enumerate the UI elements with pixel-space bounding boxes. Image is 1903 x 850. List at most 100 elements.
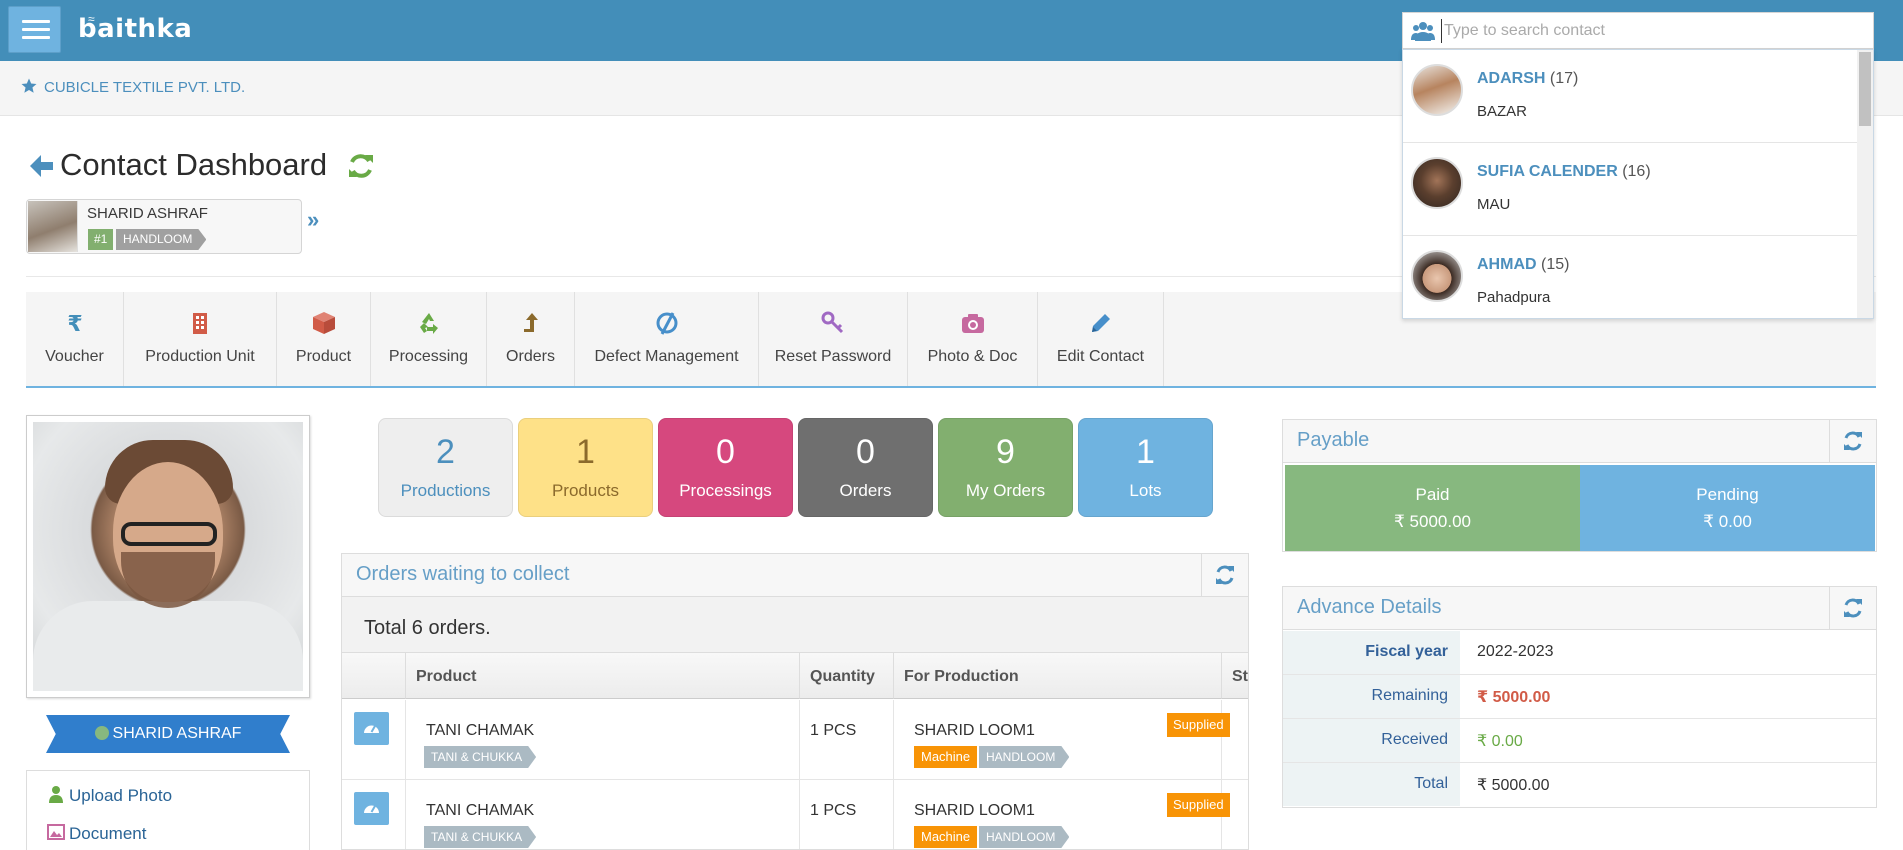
- cube-icon: [312, 312, 335, 334]
- pending-cell: Pending ₹ 0.00: [1580, 465, 1875, 551]
- orders-waiting-widget: Orders waiting to collect Total 6 orders…: [341, 553, 1249, 850]
- avatar: [1411, 64, 1463, 116]
- pending-value: ₹ 0.00: [1703, 512, 1752, 531]
- dashboard-button[interactable]: [354, 792, 389, 825]
- stat-products[interactable]: 1 Products: [518, 418, 653, 517]
- upload-photo-link[interactable]: Upload Photo: [47, 785, 172, 806]
- breadcrumb-company-link[interactable]: CUBICLE TEXTILE PVT. LTD.: [44, 79, 245, 96]
- table-row: TANI CHAMAK TANI & CHUKKA 1 PCS SHARID L…: [342, 700, 1248, 780]
- users-icon: [1411, 22, 1435, 41]
- paid-label: Paid: [1415, 485, 1450, 504]
- contact-name: ADARSH: [1477, 70, 1546, 87]
- product-tag: TANI & CHUKKA: [424, 826, 536, 848]
- search-input[interactable]: [1441, 19, 1861, 43]
- stat-my-orders[interactable]: 9 My Orders: [938, 418, 1073, 517]
- tool-defect-management[interactable]: Defect Management: [575, 292, 759, 386]
- profile-photo[interactable]: [33, 422, 303, 691]
- advance-row-remaining: Remaining ₹ 5000.00: [1283, 675, 1876, 719]
- machine-tag: Machine: [914, 826, 978, 848]
- scrollbar-thumb[interactable]: [1859, 52, 1871, 126]
- handloom-tag: HANDLOOM: [979, 826, 1069, 848]
- stat-lots[interactable]: 1 Lots: [1078, 418, 1213, 517]
- level-up-icon: [523, 313, 538, 332]
- double-chevron-right-icon[interactable]: »: [307, 207, 319, 233]
- status-badge: Supplied: [1167, 793, 1230, 817]
- column-header-icon: [342, 653, 406, 699]
- stat-productions[interactable]: 2 Productions: [378, 418, 513, 517]
- widget-refresh-button[interactable]: [1829, 420, 1876, 463]
- refresh-icon[interactable]: [347, 152, 375, 180]
- star-icon: [21, 78, 37, 93]
- widget-header: Payable: [1283, 420, 1876, 463]
- contact-profile-chip[interactable]: SHARID ASHRAF #1 HANDLOOM: [26, 199, 302, 254]
- avatar: [1411, 157, 1463, 209]
- tool-edit-contact[interactable]: Edit Contact: [1038, 292, 1164, 386]
- document-link[interactable]: Document: [47, 823, 146, 844]
- column-header-product[interactable]: Product: [406, 653, 800, 699]
- orders-total: Total 6 orders.: [342, 597, 1248, 653]
- tool-orders[interactable]: Orders: [487, 292, 575, 386]
- column-header-production[interactable]: For Production: [894, 653, 1222, 699]
- machine-tag: Machine: [914, 746, 978, 768]
- page-title: Contact Dashboard: [60, 147, 328, 182]
- camera-icon: [961, 314, 984, 333]
- widget-refresh-button[interactable]: [1201, 554, 1248, 597]
- column-header-status[interactable]: Status: [1222, 653, 1248, 699]
- tachometer-icon: [364, 805, 379, 813]
- tool-reset-password[interactable]: Reset Password: [759, 292, 908, 386]
- tachometer-icon: [364, 725, 379, 733]
- dropdown-item[interactable]: ADARSH (17) BAZAR: [1403, 50, 1859, 143]
- avatar: [28, 201, 78, 252]
- dropdown-item[interactable]: SUFIA CALENDER (16) MAU: [1403, 143, 1859, 236]
- contact-place: BAZAR: [1477, 103, 1528, 120]
- app-logo[interactable]: baithka: [78, 14, 192, 44]
- column-header-quantity[interactable]: Quantity: [800, 653, 894, 699]
- contact-count: (16): [1622, 163, 1651, 180]
- online-status-icon: [94, 726, 109, 740]
- product-name: TANI CHAMAK: [426, 722, 535, 739]
- status-badge: Supplied: [1167, 713, 1230, 737]
- refresh-icon: [1216, 565, 1234, 585]
- dropdown-scrollbar[interactable]: [1857, 50, 1873, 318]
- profile-links-panel: Upload Photo Document: [26, 770, 310, 850]
- user-icon: [49, 786, 63, 803]
- tool-product[interactable]: Product: [277, 292, 371, 386]
- production-name: SHARID LOOM1: [914, 722, 1035, 739]
- contact-place: Pahadpura: [1477, 289, 1551, 306]
- tool-production-unit[interactable]: Production Unit: [124, 292, 277, 386]
- contact-name: SUFIA CALENDER: [1477, 163, 1618, 180]
- profile-name-ribbon: SHARID ASHRAF: [46, 715, 290, 753]
- building-icon: [193, 313, 207, 334]
- profile-photo-frame: [26, 415, 310, 698]
- paid-cell: Paid ₹ 5000.00: [1285, 465, 1580, 551]
- payable-widget: Payable Paid ₹ 5000.00 Pending ₹ 0.00: [1282, 419, 1877, 552]
- tool-processing[interactable]: Processing: [371, 292, 487, 386]
- product-name: TANI CHAMAK: [426, 802, 535, 819]
- table-row: TANI CHAMAK TANI & CHUKKA 1 PCS SHARID L…: [342, 780, 1248, 849]
- rupee-icon: ₹: [67, 312, 82, 336]
- advance-details-widget: Advance Details Fiscal year 2022-2023 Re…: [1282, 586, 1877, 808]
- pending-label: Pending: [1696, 485, 1759, 504]
- contact-name: AHMAD: [1477, 256, 1537, 273]
- quantity: 1 PCS: [810, 722, 857, 739]
- refresh-icon: [1844, 431, 1862, 451]
- key-icon: [821, 311, 844, 334]
- rank-badge: #1: [88, 229, 114, 250]
- widget-title: Advance Details: [1297, 596, 1442, 618]
- dashboard-button[interactable]: [354, 712, 389, 745]
- contact-search-box[interactable]: [1402, 12, 1874, 49]
- back-arrow-icon[interactable]: [27, 152, 55, 180]
- advance-row-received: Received ₹ 0.00: [1283, 719, 1876, 763]
- dropdown-item[interactable]: AHMAD (15) Pahadpura: [1403, 236, 1859, 318]
- stat-processings[interactable]: 0 Processings: [658, 418, 793, 517]
- pencil-icon: [1091, 314, 1110, 332]
- production-name: SHARID LOOM1: [914, 802, 1035, 819]
- menu-toggle-button[interactable]: [8, 6, 61, 53]
- widget-title: Orders waiting to collect: [356, 563, 570, 585]
- widget-refresh-button[interactable]: [1829, 587, 1876, 630]
- handloom-tag: HANDLOOM: [979, 746, 1069, 768]
- tool-photo-doc[interactable]: Photo & Doc: [908, 292, 1038, 386]
- tool-voucher[interactable]: ₹ Voucher: [26, 292, 124, 386]
- contact-count: (17): [1549, 70, 1579, 87]
- stat-orders[interactable]: 0 Orders: [798, 418, 933, 517]
